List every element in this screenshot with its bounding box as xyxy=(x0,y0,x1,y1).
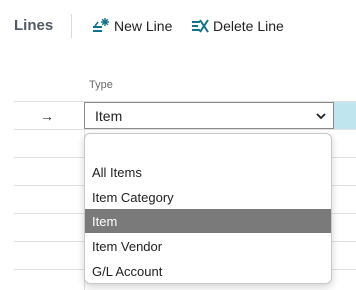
delete-line-icon xyxy=(192,19,209,33)
dropdown-option-item-vendor[interactable]: Item Vendor xyxy=(85,234,331,258)
delete-line-label: Delete Line xyxy=(213,18,284,34)
type-select-value: Item xyxy=(95,107,123,124)
dropdown-option-item[interactable]: Item xyxy=(85,209,331,233)
column-header-type[interactable]: Type xyxy=(89,79,113,91)
dropdown-option-gl-account[interactable]: G/L Account xyxy=(85,259,331,283)
dropdown-option-all-items[interactable]: All Items xyxy=(85,160,331,184)
row-highlight-cell xyxy=(334,102,356,129)
new-line-label: New Line xyxy=(114,18,173,34)
toolbar-divider xyxy=(71,14,72,38)
type-dropdown-list[interactable]: All Items Item Category Item Item Vendor… xyxy=(84,133,332,284)
dropdown-option-item-category[interactable]: Item Category xyxy=(85,185,331,209)
row-arrow-icon: → xyxy=(40,108,54,124)
type-select[interactable]: Item xyxy=(84,102,334,129)
lines-title: Lines xyxy=(14,17,54,34)
new-line-button[interactable]: New Line xyxy=(92,16,172,36)
lines-toolbar: Lines New Line Delete Line xyxy=(0,0,356,52)
dropdown-option-blank[interactable] xyxy=(85,136,331,160)
delete-line-button[interactable]: Delete Line xyxy=(191,16,284,36)
new-line-icon xyxy=(93,18,109,32)
chevron-down-icon xyxy=(316,113,326,120)
